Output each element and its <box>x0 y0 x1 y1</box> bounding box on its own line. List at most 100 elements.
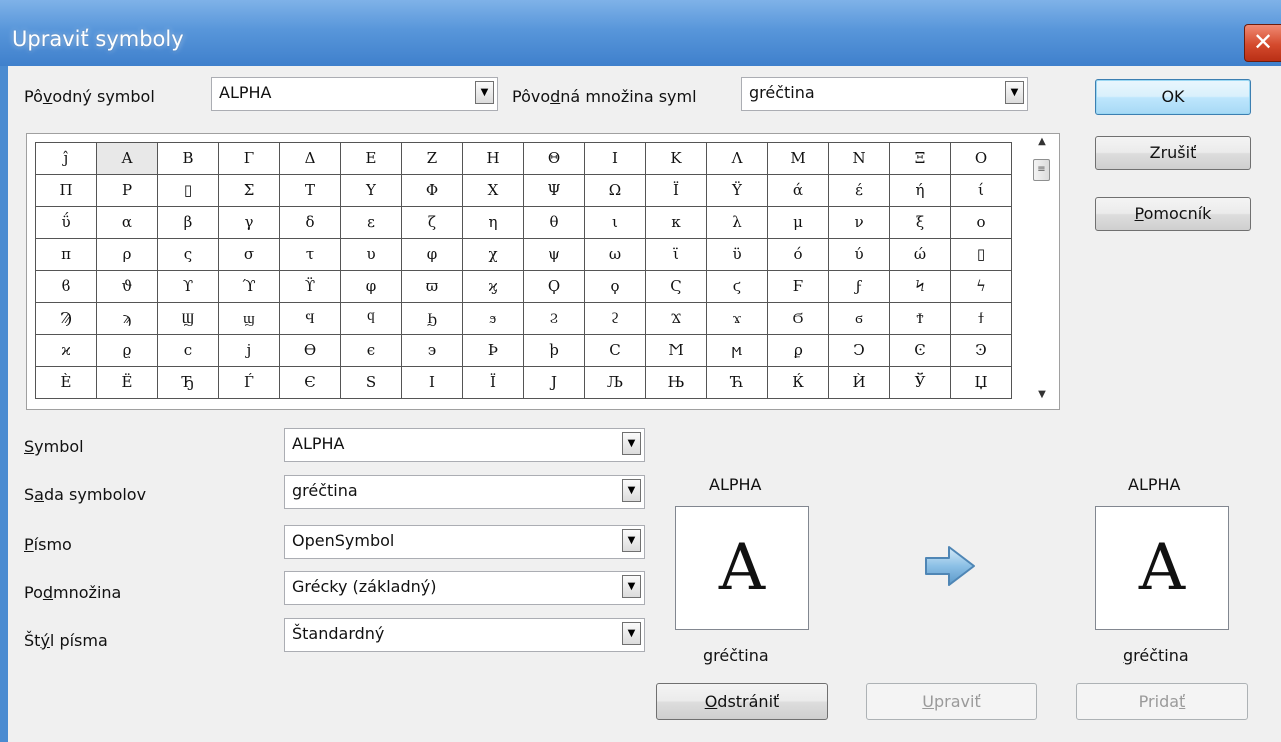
glyph-cell[interactable]: Α <box>96 142 158 175</box>
glyph-cell[interactable]: ϗ <box>462 270 524 303</box>
chevron-down-icon[interactable]: ▼ <box>622 432 641 455</box>
glyph-cell[interactable]: ύ <box>828 238 890 271</box>
glyph-cell[interactable]: Ͼ <box>889 334 951 367</box>
glyph-cell[interactable]: ϻ <box>706 334 768 367</box>
glyph-cell[interactable]: Ψ <box>523 174 585 207</box>
glyph-cell[interactable]: Ϝ <box>767 270 829 303</box>
glyph-cell[interactable]: Ͽ <box>950 334 1012 367</box>
scroll-thumb[interactable]: ≡ <box>1033 159 1050 181</box>
glyph-cell[interactable]: ξ <box>889 206 951 239</box>
glyph-cell[interactable]: γ <box>218 206 280 239</box>
original-symbol-combo[interactable]: ALPHA ▼ <box>211 77 498 111</box>
glyph-cell[interactable]: ϖ <box>401 270 463 303</box>
chevron-down-icon[interactable]: ▼ <box>475 81 494 104</box>
glyph-cell[interactable]: ϲ <box>157 334 219 367</box>
glyph-cell[interactable]: ϯ <box>950 302 1012 335</box>
glyph-cell[interactable]: Ϥ <box>279 302 341 335</box>
glyph-cell[interactable]: Ε <box>340 142 402 175</box>
glyph-cell[interactable]: ϳ <box>218 334 280 367</box>
glyph-cell[interactable]: Σ <box>218 174 280 207</box>
glyph-cell[interactable]: Ϣ <box>157 302 219 335</box>
glyph-cell[interactable]: ▯ <box>950 238 1012 271</box>
glyph-cell[interactable]: Џ <box>950 366 1012 399</box>
glyph-cell[interactable]: Ϭ <box>767 302 829 335</box>
glyph-cell[interactable]: Δ <box>279 142 341 175</box>
glyph-cell[interactable]: ί <box>950 174 1012 207</box>
glyph-cell[interactable]: ϔ <box>279 270 341 303</box>
glyph-cell[interactable]: δ <box>279 206 341 239</box>
glyph-cell[interactable]: ĵ <box>35 142 97 175</box>
glyph-cell[interactable]: Ѓ <box>218 366 280 399</box>
glyph-cell[interactable]: Ξ <box>889 142 951 175</box>
glyph-cell[interactable]: σ <box>218 238 280 271</box>
glyph-cell[interactable]: ϧ <box>462 302 524 335</box>
glyph-cell[interactable]: η <box>462 206 524 239</box>
cancel-button[interactable]: Zrušiť <box>1095 136 1251 170</box>
glyph-cell[interactable]: Β <box>157 142 219 175</box>
modify-button[interactable]: Upraviť <box>866 683 1037 720</box>
chevron-down-icon[interactable]: ▼ <box>622 575 641 598</box>
glyph-cell[interactable]: Ϟ <box>889 270 951 303</box>
glyph-cell[interactable]: ζ <box>401 206 463 239</box>
glyph-cell[interactable]: ϼ <box>767 334 829 367</box>
glyph-cell[interactable]: ψ <box>523 238 585 271</box>
glyph-cell[interactable]: Ϩ <box>523 302 585 335</box>
glyph-cell[interactable]: Ζ <box>401 142 463 175</box>
glyph-cell[interactable]: Ѝ <box>828 366 890 399</box>
close-button[interactable]: ✕ <box>1244 24 1281 62</box>
add-button[interactable]: Pridať <box>1076 683 1248 720</box>
glyph-cell[interactable]: Θ <box>523 142 585 175</box>
glyph-cell[interactable]: ϛ <box>706 270 768 303</box>
glyph-cell[interactable]: Ћ <box>706 366 768 399</box>
glyph-cell[interactable]: Ђ <box>157 366 219 399</box>
glyph-cell[interactable]: Ѐ <box>35 366 97 399</box>
glyph-cell[interactable]: Ў <box>889 366 951 399</box>
glyph-cell[interactable]: ϐ <box>35 270 97 303</box>
scroll-down-icon[interactable]: ▼ <box>1029 389 1055 407</box>
glyph-cell[interactable]: ϵ <box>340 334 402 367</box>
glyph-cell[interactable]: ▯ <box>157 174 219 207</box>
glyph-cell[interactable]: Ϧ <box>401 302 463 335</box>
glyph-cell[interactable]: ϰ <box>35 334 97 367</box>
glyph-cell[interactable]: ϑ <box>96 270 158 303</box>
glyph-cell[interactable]: ϟ <box>950 270 1012 303</box>
glyph-cell[interactable]: ά <box>767 174 829 207</box>
chevron-down-icon[interactable]: ▼ <box>622 622 641 645</box>
glyph-cell[interactable]: Ї <box>462 366 524 399</box>
chevron-down-icon[interactable]: ▼ <box>622 479 641 502</box>
glyph-cell[interactable]: ό <box>767 238 829 271</box>
glyph-cell[interactable]: ϡ <box>96 302 158 335</box>
glyph-cell[interactable]: κ <box>645 206 707 239</box>
glyph-cell[interactable]: ϊ <box>645 238 707 271</box>
ok-button[interactable]: OK <box>1095 79 1251 115</box>
glyph-cell[interactable]: Γ <box>218 142 280 175</box>
glyph-cell[interactable]: ϣ <box>218 302 280 335</box>
glyph-cell[interactable]: Њ <box>645 366 707 399</box>
glyph-cell[interactable]: ι <box>584 206 646 239</box>
glyph-cell[interactable]: θ <box>523 206 585 239</box>
glyph-cell[interactable]: ΰ <box>35 206 97 239</box>
glyph-cell[interactable]: Ѕ <box>340 366 402 399</box>
glyph-cell[interactable]: ν <box>828 206 890 239</box>
glyph-cell[interactable]: ς <box>157 238 219 271</box>
symbol-combo[interactable]: ALPHA ▼ <box>284 428 645 462</box>
glyph-cell[interactable]: ϴ <box>279 334 341 367</box>
glyph-cell[interactable]: Ο <box>950 142 1012 175</box>
glyph-cell[interactable]: ω <box>584 238 646 271</box>
glyph-cell[interactable]: τ <box>279 238 341 271</box>
glyph-cell[interactable]: ϱ <box>96 334 158 367</box>
glyph-cell[interactable]: Ι <box>584 142 646 175</box>
glyph-cell[interactable]: Ϋ <box>706 174 768 207</box>
glyph-cell[interactable]: ε <box>340 206 402 239</box>
symbol-set-combo[interactable]: gréčtina ▼ <box>284 475 645 509</box>
glyph-cell[interactable]: ϙ <box>584 270 646 303</box>
glyph-cell[interactable]: ϋ <box>706 238 768 271</box>
glyph-cell[interactable]: Ϯ <box>889 302 951 335</box>
glyph-cell[interactable]: Ρ <box>96 174 158 207</box>
glyph-cell[interactable]: ρ <box>96 238 158 271</box>
subset-combo[interactable]: Grécky (základný) ▼ <box>284 571 645 605</box>
glyph-cell[interactable]: ώ <box>889 238 951 271</box>
glyph-cell[interactable]: Ϙ <box>523 270 585 303</box>
glyph-cell[interactable]: Η <box>462 142 524 175</box>
glyph-cell[interactable]: έ <box>828 174 890 207</box>
